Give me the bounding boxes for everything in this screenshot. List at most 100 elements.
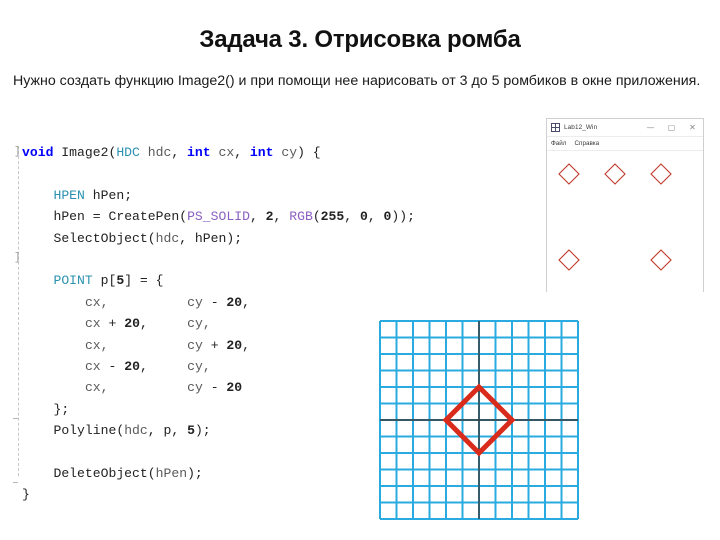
code-fold-tick-bottom — [13, 482, 18, 483]
window-menubar[interactable]: Файл Справка — [547, 137, 703, 151]
code-token: cx — [84, 316, 109, 332]
code-token: hPen; — [84, 187, 133, 203]
code-token: ); — [194, 423, 211, 439]
code-token: cy — [187, 294, 211, 310]
code-line: cx - 20, cy, — [85, 356, 211, 377]
code-token: 20 — [226, 294, 243, 310]
code-token: , hPen); — [179, 230, 243, 246]
rhombus-shape — [650, 249, 672, 271]
code-token: } — [22, 487, 30, 503]
code-token: , — [171, 145, 188, 160]
rhombus-shape — [650, 163, 672, 185]
code-token: ); — [187, 466, 203, 481]
code-token: 20 — [226, 380, 243, 396]
code-token: + — [108, 316, 125, 332]
code-line: Polyline(hdc, p, 5); — [53, 420, 210, 441]
window-client-area — [547, 151, 703, 292]
code-token: PS_SOLID — [187, 209, 250, 225]
code-token: + — [210, 337, 227, 353]
code-line: HPEN hPen; — [53, 185, 132, 206]
code-token: cy, — [187, 316, 211, 332]
code-token: cx — [210, 145, 235, 160]
rhombus-shape — [604, 163, 626, 185]
code-token: }; — [53, 401, 70, 417]
code-token: POINT — [53, 273, 93, 289]
code-token: cy — [187, 380, 211, 396]
code-line: cx, cy - 20 — [85, 377, 242, 398]
close-icon: ✕ — [689, 122, 696, 132]
code-token: cy — [273, 145, 298, 160]
code-token: int — [187, 145, 211, 160]
rhombus-shape — [558, 249, 580, 271]
code-line: } — [22, 484, 30, 505]
description-text-part2: и при помощи нее нарисовать от 3 до 5 ро… — [234, 73, 567, 89]
code-token: RGB — [289, 209, 313, 225]
code-token: , — [344, 209, 360, 225]
code-token: DeleteObject — [53, 466, 148, 481]
description-text-line2: в окне приложения. — [570, 73, 701, 89]
code-token: cx — [84, 359, 109, 374]
code-token: hPen — [53, 209, 93, 225]
code-token: ( — [147, 466, 156, 481]
slide-description: Нужно создать функцию Image2() и при пом… — [13, 72, 713, 92]
code-token: = — [92, 209, 109, 225]
code-token: SelectObject — [53, 230, 148, 246]
menu-item-help[interactable]: Справка — [574, 140, 599, 147]
code-token: hPen — [155, 466, 188, 481]
code-token: 2 — [265, 209, 274, 225]
window-titlebar[interactable]: Lab12_Win — ▢ ✕ — [547, 119, 703, 137]
code-token: 20 — [124, 359, 140, 374]
close-button[interactable]: ✕ — [682, 119, 703, 136]
code-fold-marker-top[interactable]: ] — [14, 142, 21, 163]
code-token: 20 — [226, 337, 243, 353]
code-token: cx, — [84, 380, 109, 396]
code-token: , — [367, 209, 384, 225]
code-line: cx + 20, cy, — [85, 313, 211, 334]
window-title: Lab12_Win — [564, 124, 598, 131]
code-token: 20 — [124, 316, 140, 332]
code-token: hdc — [124, 423, 148, 439]
window-app-icon — [551, 123, 560, 132]
code-line: DeleteObject(hPen); — [53, 463, 202, 484]
code-token: , — [242, 337, 250, 353]
rhombus-grid-diagram — [377, 318, 579, 528]
code-fold-tick-lower — [13, 418, 18, 419]
code-token: cx, — [84, 337, 109, 353]
code-token: , p, — [147, 423, 188, 439]
code-token: cy — [187, 337, 211, 353]
code-token: ( — [312, 209, 321, 225]
code-token: ) { — [297, 145, 321, 160]
code-token: HPEN — [53, 187, 85, 203]
indent-guide — [18, 146, 19, 476]
rhombus-shape — [558, 163, 580, 185]
code-token: { — [155, 273, 164, 289]
menu-item-file[interactable]: Файл — [551, 140, 566, 147]
minimize-icon: — — [646, 122, 655, 132]
code-line: }; — [53, 399, 69, 420]
code-token: ] — [124, 273, 140, 289]
application-window[interactable]: Lab12_Win — ▢ ✕ Файл Справка — [546, 118, 704, 292]
code-token: ( — [179, 209, 188, 225]
code-token: CreatePen — [108, 209, 180, 225]
maximize-button[interactable]: ▢ — [661, 119, 682, 136]
page-title: Задача 3. Отрисовка ромба — [199, 26, 521, 53]
code-token: Image2 — [61, 145, 109, 160]
code-token: void — [22, 145, 54, 160]
code-listing: void Image2(HDC hdc, int cx, int cy) {HP… — [0, 130, 430, 502]
code-token: p[ — [92, 273, 117, 289]
code-token: Polyline — [53, 423, 117, 439]
minimize-button[interactable]: — — [640, 119, 661, 136]
code-line: SelectObject(hdc, hPen); — [53, 228, 242, 249]
code-token: 255 — [320, 209, 345, 225]
code-token: , — [139, 359, 148, 374]
code-token: hdc — [155, 230, 180, 246]
code-token: cx, — [84, 294, 109, 310]
code-line: hPen = CreatePen(PS_SOLID, 2, RGB(255, 0… — [53, 206, 415, 227]
code-token: - — [210, 380, 227, 396]
code-fold-marker-mid[interactable]: ] — [14, 248, 21, 269]
code-token: int — [249, 145, 274, 160]
code-token: )); — [391, 209, 415, 225]
